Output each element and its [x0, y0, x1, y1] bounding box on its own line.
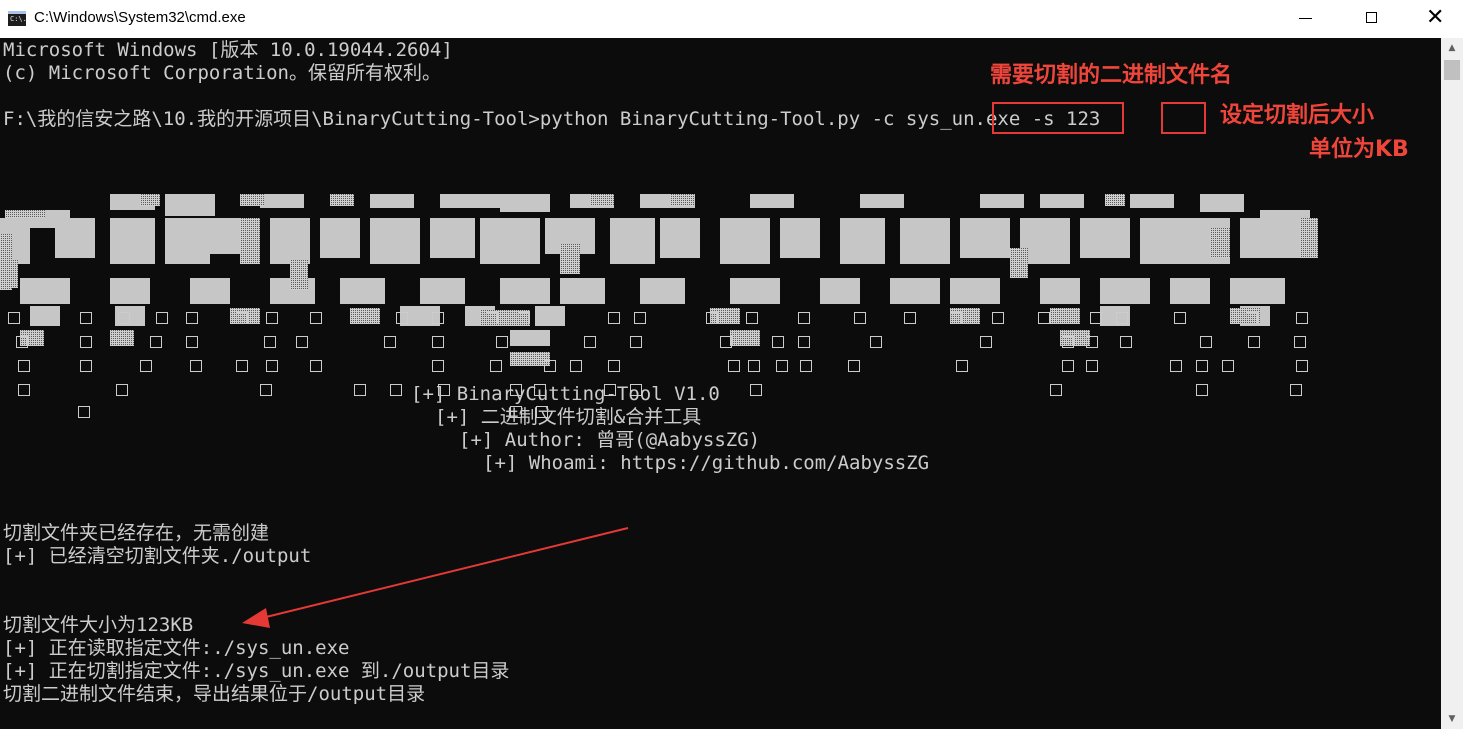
maximize-icon [1366, 12, 1377, 23]
minimize-icon [1299, 18, 1312, 19]
title-bar[interactable]: C:\. C:\Windows\System32\cmd.exe ✕ [0, 0, 1463, 39]
close-icon: ✕ [1426, 5, 1445, 30]
window-title: C:\Windows\System32\cmd.exe [34, 9, 246, 26]
maximize-button[interactable] [1349, 0, 1395, 38]
close-button[interactable]: ✕ [1413, 0, 1459, 38]
scroll-down-arrow-icon[interactable]: ▼ [1441, 709, 1463, 729]
annotation-arrow [242, 527, 629, 628]
scroll-up-arrow-icon[interactable]: ▲ [1441, 38, 1463, 58]
console-output[interactable]: Microsoft Windows [版本 10.0.19044.2604] (… [0, 38, 1441, 729]
scroll-thumb[interactable] [1444, 60, 1460, 80]
vertical-scrollbar[interactable]: ▲ ▼ [1441, 38, 1463, 729]
minimize-button[interactable] [1283, 0, 1329, 38]
console-icon: C:\. [8, 11, 27, 26]
